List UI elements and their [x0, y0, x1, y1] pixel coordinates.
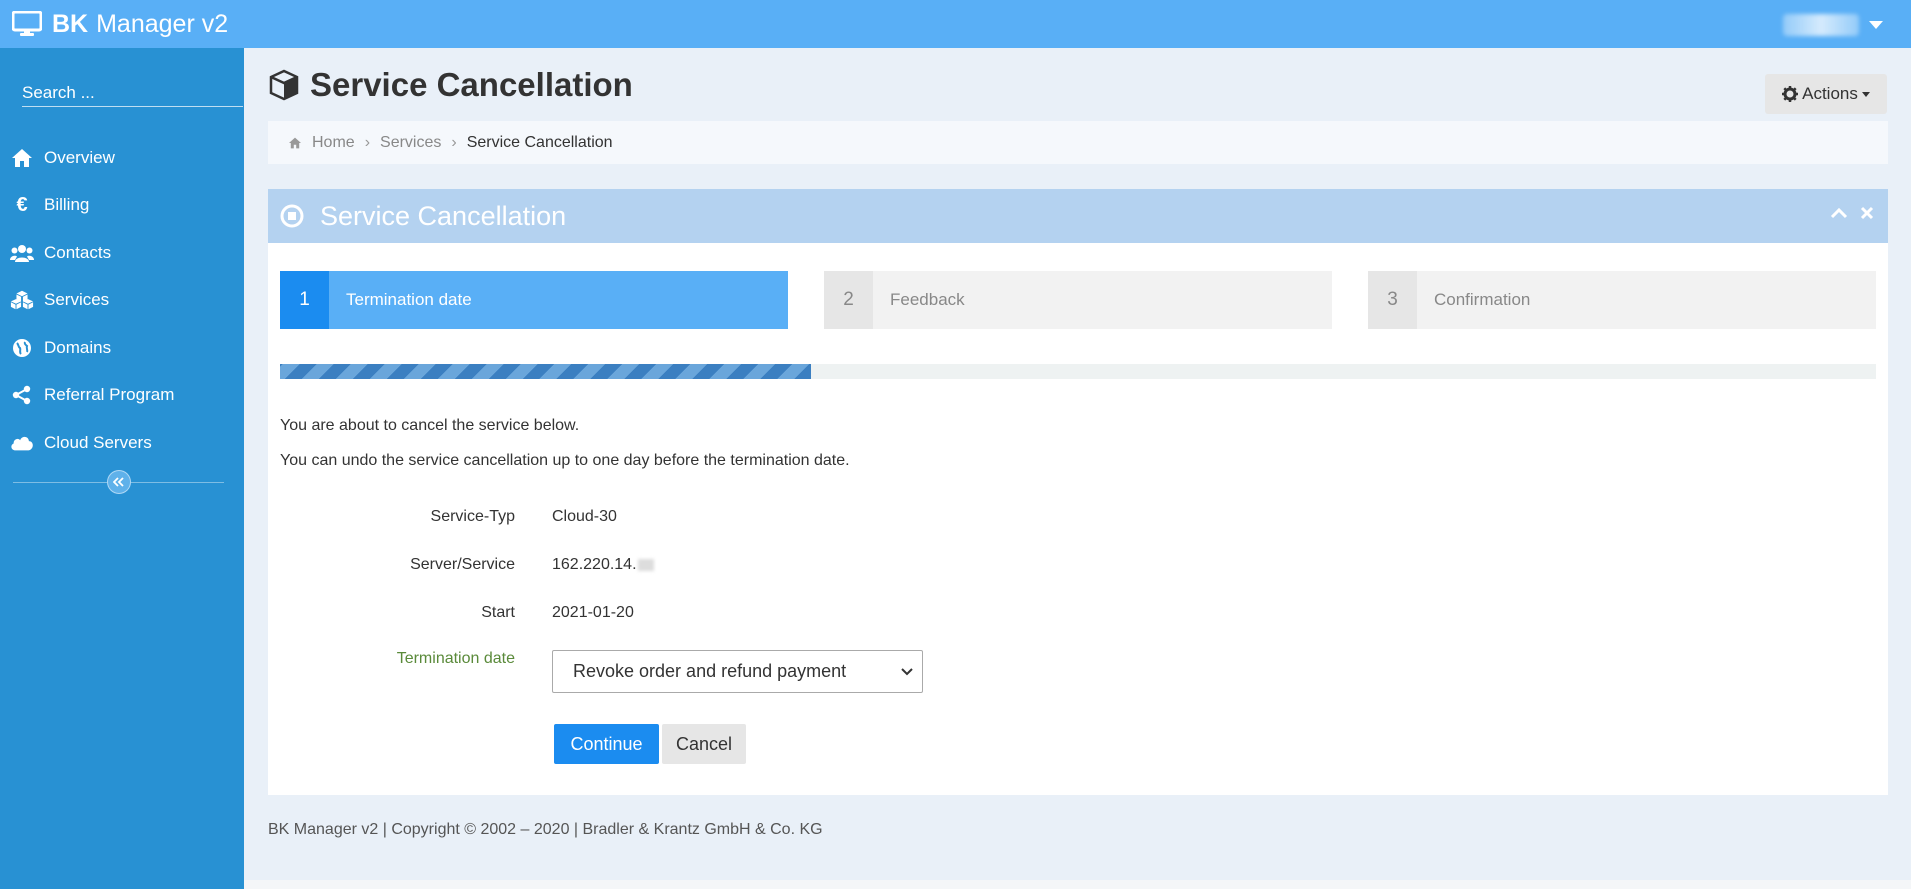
step-termination-date[interactable]: 1 Termination date [280, 271, 788, 329]
step-number: 3 [1368, 271, 1417, 329]
step-number: 2 [824, 271, 873, 329]
intro-text: You are about to cancel the service belo… [280, 416, 850, 486]
user-menu[interactable] [1783, 14, 1883, 36]
home-icon [289, 137, 301, 148]
sidebar-item-overview[interactable]: Overview [0, 134, 244, 182]
step-confirmation[interactable]: 3 Confirmation [1368, 271, 1876, 329]
sidebar-item-label: Overview [44, 147, 115, 167]
monitor-icon [12, 11, 42, 36]
euro-icon: € [16, 193, 28, 216]
sidebar: Overview € Billing Contacts [0, 48, 244, 889]
sidebar-item-label: Contacts [44, 242, 112, 262]
breadcrumb-current: Service Cancellation [466, 133, 613, 151]
caret-down-icon [1861, 91, 1870, 97]
cubes-icon [10, 288, 34, 312]
termination-row: Termination date Revoke order and refund… [280, 650, 1080, 693]
breadcrumb-separator: › [364, 133, 371, 151]
chevron-down-icon [1869, 21, 1883, 29]
app-brand[interactable]: BK Manager v2 [12, 0, 228, 48]
wizard-steps: 1 Termination date 2 Feedback 3 Confirma… [280, 271, 1876, 329]
progress-fill [280, 364, 812, 379]
double-chevron-left-icon [113, 477, 124, 487]
sidebar-nav: Overview € Billing Contacts Services Dom… [0, 134, 244, 467]
server-value-wrap: 162.220.14. [552, 550, 654, 580]
collapse-sidebar-button[interactable] [107, 470, 131, 494]
sidebar-item-label: Cloud Servers [44, 432, 152, 452]
users-icon [10, 241, 34, 265]
cloud-icon [10, 431, 34, 455]
sidebar-item-label: Services [44, 290, 110, 310]
gear-icon [1782, 86, 1799, 102]
step-feedback[interactable]: 2 Feedback [824, 271, 1332, 329]
service-type-value: Cloud-30 [552, 508, 617, 525]
start-label: Start [481, 604, 515, 621]
breadcrumb-separator: › [451, 133, 457, 151]
cube-icon [269, 69, 299, 101]
cancellation-panel: Service Cancellation 1 Termination date … [268, 189, 1888, 795]
sidebar-item-billing[interactable]: € Billing [0, 182, 244, 230]
sidebar-item-label: Billing [44, 195, 90, 215]
wizard-progress-bar [280, 364, 1876, 379]
start-row: Start 2021-01-20 [280, 598, 1080, 628]
breadcrumb-services[interactable]: Services [380, 134, 441, 152]
share-icon [10, 383, 34, 407]
cancel-button[interactable]: Cancel [662, 724, 746, 764]
actions-label: Actions [1802, 84, 1858, 103]
chevron-down-icon [901, 668, 913, 676]
step-number: 1 [280, 271, 329, 329]
globe-icon [10, 336, 34, 360]
app-title-bold: BK [52, 9, 89, 38]
server-value: 162.220.14. [552, 556, 637, 573]
bottom-strip [244, 880, 1911, 889]
sidebar-item-contacts[interactable]: Contacts [0, 229, 244, 277]
sidebar-item-services[interactable]: Services [0, 277, 244, 325]
termination-date-select[interactable]: Revoke order and refund payment [552, 650, 923, 693]
termination-date-selected: Revoke order and refund payment [573, 661, 847, 681]
service-type-label: Service-Typ [430, 508, 515, 525]
server-row: Server/Service 162.220.14. [280, 550, 1080, 580]
top-bar: BK Manager v2 [0, 0, 1911, 48]
breadcrumb-home[interactable]: Home [312, 134, 355, 152]
sidebar-item-label: Domains [44, 337, 112, 357]
chevron-up-icon[interactable] [1830, 207, 1848, 219]
service-type-row: Service-Typ Cloud-30 [280, 502, 1080, 532]
actions-button[interactable]: Actions [1765, 74, 1887, 114]
user-name-redacted [1783, 14, 1859, 36]
continue-button[interactable]: Continue [554, 724, 659, 764]
stop-circle-icon [280, 204, 304, 228]
app-title: Manager v2 [96, 9, 229, 38]
sidebar-item-label: Referral Program [44, 385, 175, 405]
page-header: Service Cancellation [268, 66, 633, 104]
server-label: Server/Service [410, 556, 515, 573]
search-input[interactable] [22, 79, 243, 107]
sidebar-item-domains[interactable]: Domains [0, 324, 244, 372]
termination-date-label: Termination date [396, 650, 515, 667]
sidebar-item-cloud-servers[interactable]: Cloud Servers [0, 419, 244, 467]
intro-line-2: You can undo the service cancellation up… [280, 452, 850, 469]
breadcrumb: Home › Services › Service Cancellation [268, 121, 1888, 164]
step-label: Feedback [890, 290, 965, 309]
step-label: Termination date [346, 290, 472, 309]
panel-tools [1830, 206, 1874, 220]
footer-text: BK Manager v2 | Copyright © 2002 – 2020 … [268, 821, 823, 838]
start-value: 2021-01-20 [552, 604, 634, 621]
redacted-ip-octet [637, 559, 654, 571]
home-icon [10, 146, 34, 170]
close-icon[interactable] [1860, 206, 1874, 220]
step-label: Confirmation [1434, 290, 1531, 309]
intro-line-1: You are about to cancel the service belo… [280, 417, 580, 434]
page-title: Service Cancellation [310, 66, 633, 103]
sidebar-item-referral-program[interactable]: Referral Program [0, 372, 244, 420]
panel-header: Service Cancellation [268, 189, 1888, 243]
sidebar-search [10, 78, 243, 108]
panel-title: Service Cancellation [320, 200, 567, 231]
